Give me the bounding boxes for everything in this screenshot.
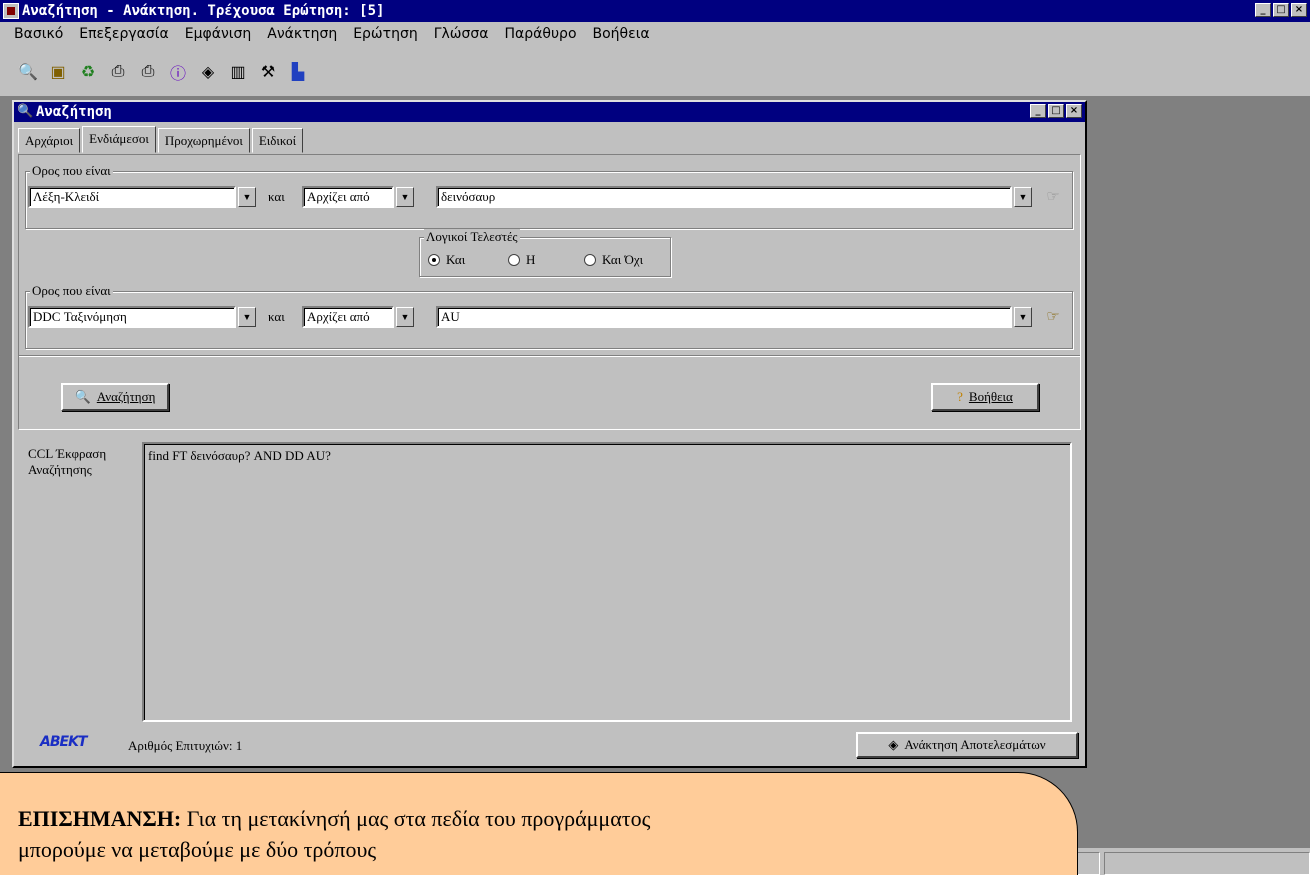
- radio-or-label: Η: [526, 252, 536, 267]
- note-callout: ΕΠΙΣΗΜΑΝΣΗ: Για τη μετακίνησή μας στα πε…: [0, 772, 1078, 875]
- note-bold-label: ΕΠΙΣΗΜΑΝΣΗ:: [18, 806, 182, 831]
- ccl-label-line1: CCL Έκφραση: [28, 446, 107, 461]
- barcode-icon[interactable]: ▥: [226, 60, 250, 84]
- magnifier-icon: 🔍: [17, 104, 34, 119]
- logical-operators-group: Λογικοί Τελεστές Και Η Και Όχι: [419, 229, 671, 277]
- radio-or-dot[interactable]: [508, 254, 520, 266]
- note-line2: μπορούμε να μεταβούμε με δύο τρόπους: [18, 837, 377, 862]
- search-window: 🔍 Αναζήτηση _ □ × Αρχάριοι Ενδιάμεσοι Πρ…: [12, 100, 1087, 768]
- print-preview-icon[interactable]: ⎙: [136, 60, 160, 84]
- status-bar: ABEKT Αριθμός Επιτυχιών: 1 ◈ Ανάκτηση Απ…: [18, 730, 1081, 760]
- term1-value-dropdown[interactable]: ▼: [1014, 187, 1032, 207]
- clear-tool-icon[interactable]: ♻: [76, 60, 100, 84]
- retrieve-icon[interactable]: ◈: [196, 60, 220, 84]
- term2-mode-dropdown[interactable]: ▼: [396, 307, 414, 327]
- term2-browse-icon[interactable]: ☞: [1042, 306, 1064, 328]
- abekt-logo: ABEKT: [40, 734, 87, 750]
- term1-connector: και: [268, 189, 285, 204]
- search-window-title-bar: 🔍 Αναζήτηση _ □ ×: [14, 102, 1085, 122]
- menu-basic[interactable]: Βασικό: [14, 26, 63, 42]
- term1-field-dropdown[interactable]: ▼: [238, 187, 256, 207]
- term1-value-input[interactable]: δεινόσαυρ: [436, 186, 1012, 208]
- term1-mode-select[interactable]: Αρχίζει από: [302, 186, 394, 208]
- print-tool-icon[interactable]: ⎙: [106, 60, 130, 84]
- radio-and-not[interactable]: Και Όχι: [584, 252, 643, 268]
- tab-beginners[interactable]: Αρχάριοι: [18, 128, 81, 153]
- search-tool-icon[interactable]: 🔍: [16, 60, 40, 84]
- radio-and-not-dot[interactable]: [584, 254, 596, 266]
- menu-window[interactable]: Παράθυρο: [505, 26, 577, 42]
- ccl-expression-box[interactable]: find FT δεινόσαυρ? AND DD AU?: [142, 442, 1072, 722]
- title-bar: Αναζήτηση - Ανάκτηση. Τρέχουσα Ερώτηση: …: [0, 0, 1310, 22]
- tab-intermediate[interactable]: Ενδιάμεσοι: [82, 126, 156, 153]
- help-button[interactable]: ? Βοήθεια: [931, 383, 1039, 411]
- window-title: Αναζήτηση - Ανάκτηση. Τρέχουσα Ερώτηση: …: [22, 3, 385, 19]
- search-button-icon: 🔍: [74, 389, 91, 404]
- tab-panel: Ορος που είναι Λέξη-Κλειδί ▼ και Αρχίζει…: [18, 154, 1081, 430]
- menu-edit[interactable]: Επεξεργασία: [79, 26, 168, 42]
- help-button-label: Βοήθεια: [968, 389, 1013, 404]
- panel-divider: [19, 355, 1080, 357]
- hits-label: Αριθμός Επιτυχιών:: [128, 738, 233, 753]
- app-icon: [3, 3, 19, 19]
- tab-advanced[interactable]: Προχωρημένοι: [157, 128, 250, 153]
- term1-group: Ορος που είναι Λέξη-Κλειδί ▼ και Αρχίζει…: [25, 163, 1073, 229]
- radio-and-not-label: Και Όχι: [602, 252, 644, 267]
- term2-value-dropdown[interactable]: ▼: [1014, 307, 1032, 327]
- chart-icon[interactable]: ▙: [286, 60, 310, 84]
- window-controls: _ □ ×: [1255, 3, 1307, 17]
- search-window-controls: _ □ ×: [1030, 104, 1082, 118]
- term1-field-select[interactable]: Λέξη-Κλειδί: [28, 186, 236, 208]
- logical-operators-label: Λογικοί Τελεστές: [424, 229, 520, 245]
- menu-view[interactable]: Εμφάνιση: [185, 26, 252, 42]
- menu-bar: Βασικό Επεξεργασία Εμφάνιση Ανάκτηση Ερώ…: [0, 22, 1310, 46]
- term1-group-label: Ορος που είναι: [30, 163, 113, 179]
- child-close-button[interactable]: ×: [1066, 104, 1082, 118]
- help-button-icon: ?: [957, 389, 963, 404]
- note-text: ΕΠΙΣΗΜΑΝΣΗ: Για τη μετακίνησή μας στα πε…: [18, 803, 1058, 865]
- radio-and-dot[interactable]: [428, 254, 440, 266]
- retrieve-results-icon: ◈: [888, 737, 899, 752]
- radio-or[interactable]: Η: [508, 252, 535, 268]
- search-button-label: Αναζήτηση: [96, 389, 156, 404]
- status-segment-2: [1104, 852, 1310, 875]
- ccl-label-line2: Αναζήτησης: [28, 462, 92, 477]
- close-button[interactable]: ×: [1291, 3, 1307, 17]
- child-maximize-button[interactable]: □: [1048, 104, 1064, 118]
- child-minimize-button[interactable]: _: [1030, 104, 1046, 118]
- hits-value: 1: [235, 738, 243, 753]
- menu-retrieve[interactable]: Ανάκτηση: [267, 26, 337, 42]
- search-button[interactable]: 🔍 Αναζήτηση: [61, 383, 169, 411]
- term1-mode-dropdown[interactable]: ▼: [396, 187, 414, 207]
- toolbar: 🔍 ▣ ♻ ⎙ ⎙ ⓘ ◈ ▥ ⚒ ▙: [0, 58, 310, 86]
- retrieve-results-label: Ανάκτηση Αποτελεσμάτων: [904, 737, 1046, 752]
- radio-and[interactable]: Και: [428, 252, 465, 268]
- menu-language[interactable]: Γλώσσα: [434, 26, 489, 42]
- term2-connector: και: [268, 309, 285, 324]
- term1-browse-icon[interactable]: ☞: [1042, 186, 1064, 208]
- tools-icon[interactable]: ⚒: [256, 60, 280, 84]
- tab-special[interactable]: Ειδικοί: [251, 128, 304, 153]
- term2-group: Ορος που είναι DDC Ταξινόμηση ▼ και Αρχί…: [25, 283, 1073, 349]
- term2-value-input[interactable]: AU: [436, 306, 1012, 328]
- ccl-expression-text: find FT δεινόσαυρ? AND DD AU?: [148, 448, 331, 463]
- minimize-button[interactable]: _: [1255, 3, 1271, 17]
- term2-mode-select[interactable]: Αρχίζει από: [302, 306, 394, 328]
- term2-field-dropdown[interactable]: ▼: [238, 307, 256, 327]
- retrieve-results-button[interactable]: ◈ Ανάκτηση Αποτελεσμάτων: [856, 732, 1078, 758]
- menu-help[interactable]: Βοήθεια: [593, 26, 650, 42]
- note-line1: Για τη μετακίνησή μας στα πεδία του προγ…: [181, 806, 651, 831]
- info-icon[interactable]: ⓘ: [166, 60, 190, 84]
- search-window-title: Αναζήτηση: [36, 104, 112, 120]
- maximize-button[interactable]: □: [1273, 3, 1289, 17]
- radio-and-label: Και: [446, 252, 466, 267]
- menu-query[interactable]: Ερώτηση: [353, 26, 418, 42]
- hits-count: Αριθμός Επιτυχιών: 1: [128, 738, 242, 754]
- term2-field-select[interactable]: DDC Ταξινόμηση: [28, 306, 236, 328]
- term2-group-label: Ορος που είναι: [30, 283, 113, 299]
- tab-strip: Αρχάριοι Ενδιάμεσοι Προχωρημένοι Ειδικοί: [18, 126, 305, 153]
- copy-tool-icon[interactable]: ▣: [46, 60, 70, 84]
